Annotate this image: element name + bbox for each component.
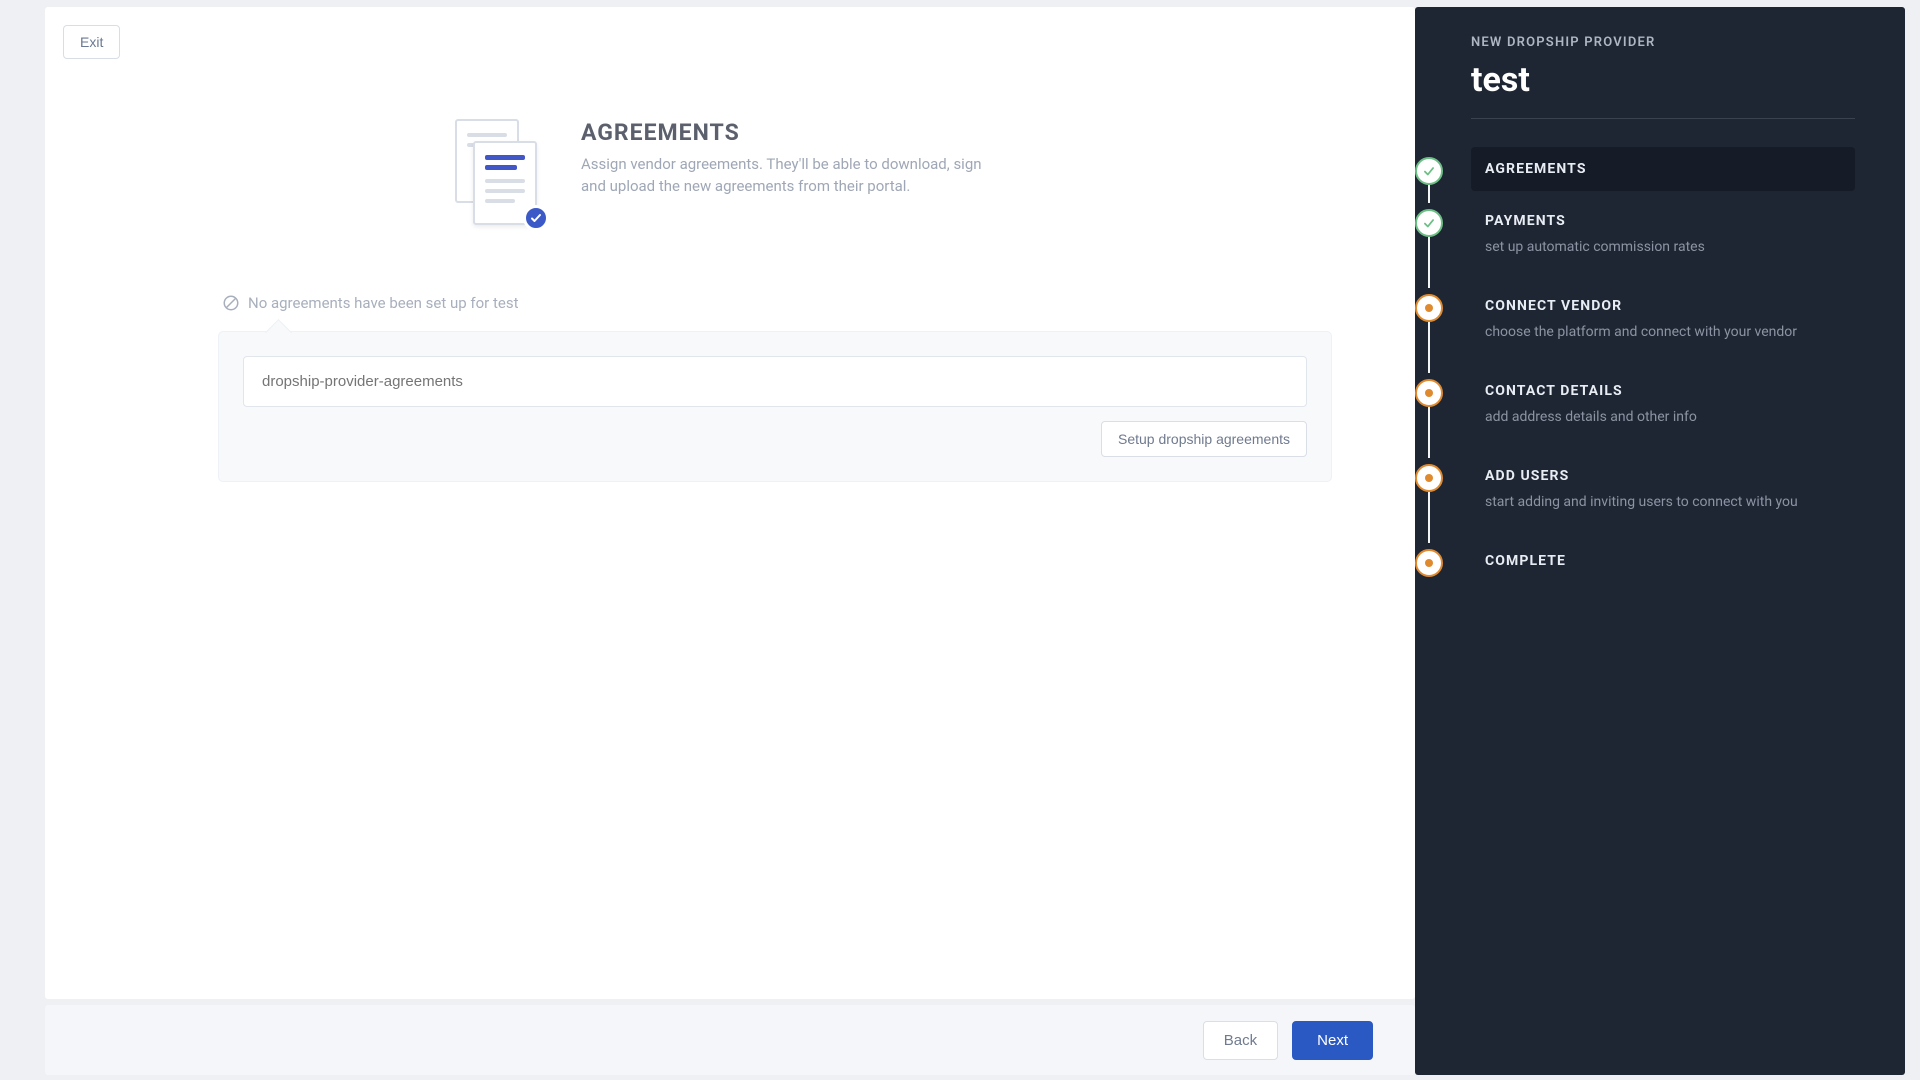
step-label: COMPLETE [1485, 553, 1839, 569]
page-header: AGREEMENTS Assign vendor agreements. The… [449, 119, 1149, 229]
step-complete-icon [1415, 209, 1443, 237]
documents-icon [449, 119, 545, 229]
setup-agreements-button[interactable]: Setup dropship agreements [1101, 421, 1307, 457]
step-desc: add address details and other info [1485, 407, 1839, 428]
sidebar-eyebrow: NEW DROPSHIP PROVIDER [1471, 35, 1855, 50]
card-actions: Setup dropship agreements [243, 421, 1307, 457]
divider [1471, 118, 1855, 119]
step-connector [1428, 237, 1430, 288]
step-complete-icon [1415, 157, 1443, 185]
wizard-step-contact-details[interactable]: CONTACT DETAILS add address details and o… [1471, 369, 1855, 446]
step-pending-icon [1415, 379, 1443, 407]
wizard-steps: AGREEMENTS PAYMENTS set up automatic commi… [1471, 147, 1855, 583]
step-pending-icon [1415, 549, 1443, 577]
app-root: Exit AGREEMENTS [0, 0, 1920, 1080]
step-desc: set up automatic commission rates [1485, 237, 1839, 258]
step-connector [1428, 322, 1430, 373]
wizard-step-add-users[interactable]: ADD USERS start adding and inviting users… [1471, 454, 1855, 531]
agreements-input[interactable] [243, 356, 1307, 407]
step-desc: choose the platform and connect with you… [1485, 322, 1839, 343]
wizard-footer: Back Next [45, 1005, 1415, 1075]
step-label: CONNECT VENDOR [1485, 298, 1839, 314]
main-panel: Exit AGREEMENTS [45, 7, 1415, 999]
step-desc: start adding and inviting users to conne… [1485, 492, 1839, 513]
step-label: ADD USERS [1485, 468, 1839, 484]
step-connector [1428, 492, 1430, 543]
resize-handle-icon [1387, 1059, 1403, 1075]
exit-button[interactable]: Exit [63, 25, 120, 59]
page-subtitle: Assign vendor agreements. They'll be abl… [581, 154, 1001, 198]
back-button[interactable]: Back [1203, 1021, 1278, 1060]
empty-state: No agreements have been set up for test [222, 294, 518, 312]
header-text: AGREEMENTS Assign vendor agreements. The… [581, 119, 1001, 198]
forbidden-icon [222, 294, 240, 312]
step-label: AGREEMENTS [1485, 161, 1839, 177]
wizard-step-agreements[interactable]: AGREEMENTS [1471, 147, 1855, 191]
step-label: PAYMENTS [1485, 213, 1839, 229]
sidebar-title: test [1471, 60, 1855, 100]
step-pending-icon [1415, 464, 1443, 492]
step-connector [1428, 407, 1430, 458]
step-label: CONTACT DETAILS [1485, 383, 1839, 399]
wizard-sidebar: NEW DROPSHIP PROVIDER test AGREEMENTS PAY… [1415, 7, 1905, 1075]
wizard-step-connect-vendor[interactable]: CONNECT VENDOR choose the platform and co… [1471, 284, 1855, 361]
wizard-step-complete[interactable]: COMPLETE [1471, 539, 1855, 583]
step-pending-icon [1415, 294, 1443, 322]
empty-state-text: No agreements have been set up for test [248, 294, 518, 312]
page-title: AGREEMENTS [581, 119, 1001, 146]
check-badge-icon [523, 205, 549, 231]
next-button[interactable]: Next [1292, 1021, 1373, 1060]
wizard-step-payments[interactable]: PAYMENTS set up automatic commission rate… [1471, 199, 1855, 276]
step-connector [1428, 185, 1430, 203]
agreements-card: Setup dropship agreements [218, 331, 1332, 482]
